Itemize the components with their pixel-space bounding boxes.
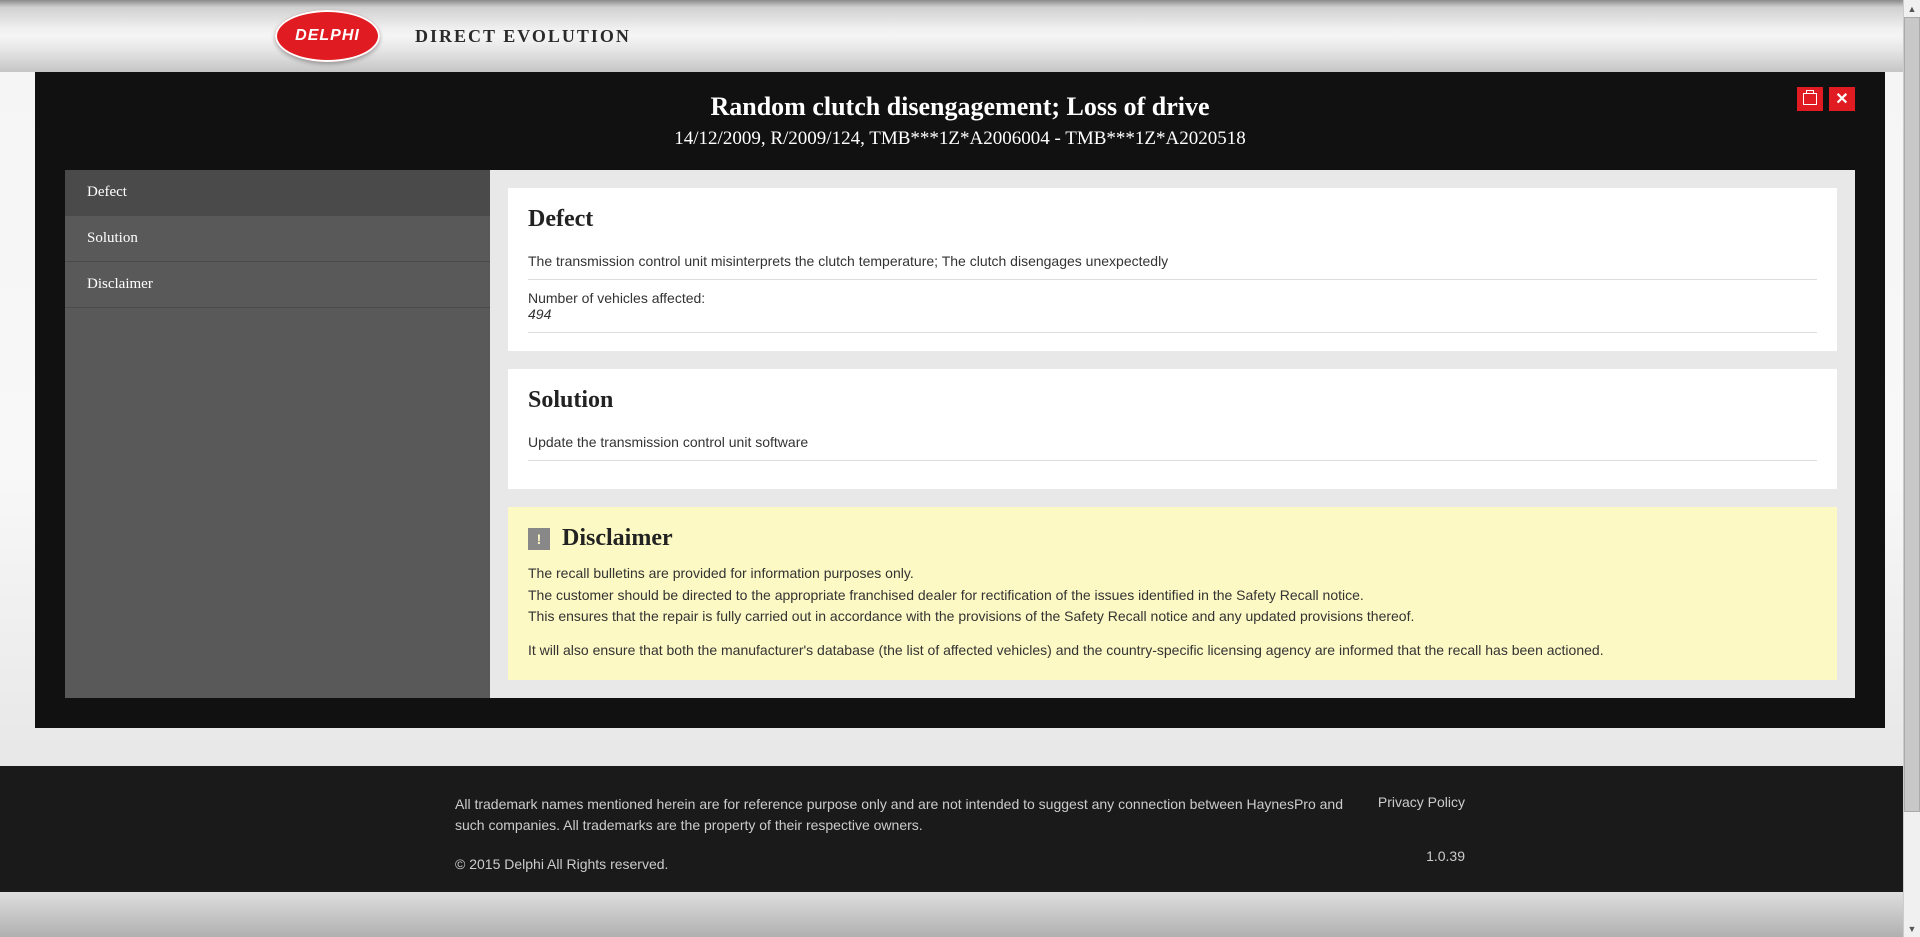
defect-title: Defect xyxy=(528,206,1817,233)
disclaimer-line: The recall bulletins are provided for in… xyxy=(528,564,1817,584)
scroll-down-arrow[interactable]: ▼ xyxy=(1904,920,1920,937)
header-bar: DELPHI DIRECT EVOLUTION xyxy=(0,0,1920,72)
sidebar-item-label: Disclaimer xyxy=(87,276,153,292)
action-buttons: ✕ xyxy=(1797,87,1855,111)
panel-subtitle: 14/12/2009, R/2009/124, TMB***1Z*A200600… xyxy=(65,128,1855,150)
disclaimer-line: This ensures that the repair is fully ca… xyxy=(528,607,1817,627)
footer-inner: All trademark names mentioned herein are… xyxy=(180,794,1740,872)
main-panel: Random clutch disengagement; Loss of dri… xyxy=(35,72,1885,728)
panel-header: Random clutch disengagement; Loss of dri… xyxy=(65,92,1855,170)
disclaimer-title: Disclaimer xyxy=(562,525,673,552)
sidebar-item-defect[interactable]: Defect xyxy=(65,170,490,216)
alert-icon: ! xyxy=(528,528,550,550)
footer-left: All trademark names mentioned herein are… xyxy=(455,794,1355,872)
disclaimer-header: ! Disclaimer xyxy=(528,525,1817,552)
scroll-track[interactable] xyxy=(1904,17,1920,920)
disclaimer-line: The customer should be directed to the a… xyxy=(528,586,1817,606)
privacy-link[interactable]: Privacy Policy xyxy=(1378,794,1465,810)
solution-title: Solution xyxy=(528,387,1817,414)
defect-affected-label: Number of vehicles affected: xyxy=(528,290,1817,306)
defect-section: Defect The transmission control unit mis… xyxy=(508,188,1837,351)
sidebar-item-disclaimer[interactable]: Disclaimer xyxy=(65,262,490,308)
solution-section: Solution Update the transmission control… xyxy=(508,369,1837,489)
footer-right: Privacy Policy 1.0.39 xyxy=(1378,794,1465,872)
sidebar: Defect Solution Disclaimer xyxy=(65,170,490,698)
close-button[interactable]: ✕ xyxy=(1829,87,1855,111)
defect-affected-value: 494 xyxy=(528,306,1817,333)
solution-description: Update the transmission control unit sof… xyxy=(528,434,1817,461)
sidebar-item-label: Solution xyxy=(87,230,138,246)
disclaimer-text: The recall bulletins are provided for in… xyxy=(528,564,1817,660)
delphi-logo: DELPHI xyxy=(275,10,380,62)
scroll-thumb[interactable] xyxy=(1904,17,1920,812)
brand-tagline: DIRECT EVOLUTION xyxy=(415,26,631,47)
sidebar-item-solution[interactable]: Solution xyxy=(65,216,490,262)
close-icon: ✕ xyxy=(1835,89,1848,109)
footer-version: 1.0.39 xyxy=(1378,848,1465,864)
logo-text: DELPHI xyxy=(295,27,360,45)
scrollbar[interactable]: ▲ ▼ xyxy=(1903,0,1920,937)
disclaimer-section: ! Disclaimer The recall bulletins are pr… xyxy=(508,507,1837,680)
footer-copyright: © 2015 Delphi All Rights reserved. xyxy=(455,856,1355,872)
content-wrap: Defect Solution Disclaimer Defect The tr… xyxy=(65,170,1855,698)
scroll-up-arrow[interactable]: ▲ xyxy=(1904,0,1920,17)
panel-title: Random clutch disengagement; Loss of dri… xyxy=(65,92,1855,122)
print-icon xyxy=(1803,93,1817,105)
disclaimer-line: It will also ensure that both the manufa… xyxy=(528,641,1817,661)
footer-trademark: All trademark names mentioned herein are… xyxy=(455,794,1355,836)
print-button[interactable] xyxy=(1797,87,1823,111)
defect-description: The transmission control unit misinterpr… xyxy=(528,253,1817,280)
content-area: Defect The transmission control unit mis… xyxy=(490,170,1855,698)
sidebar-item-label: Defect xyxy=(87,184,127,200)
footer: All trademark names mentioned herein are… xyxy=(0,766,1920,892)
